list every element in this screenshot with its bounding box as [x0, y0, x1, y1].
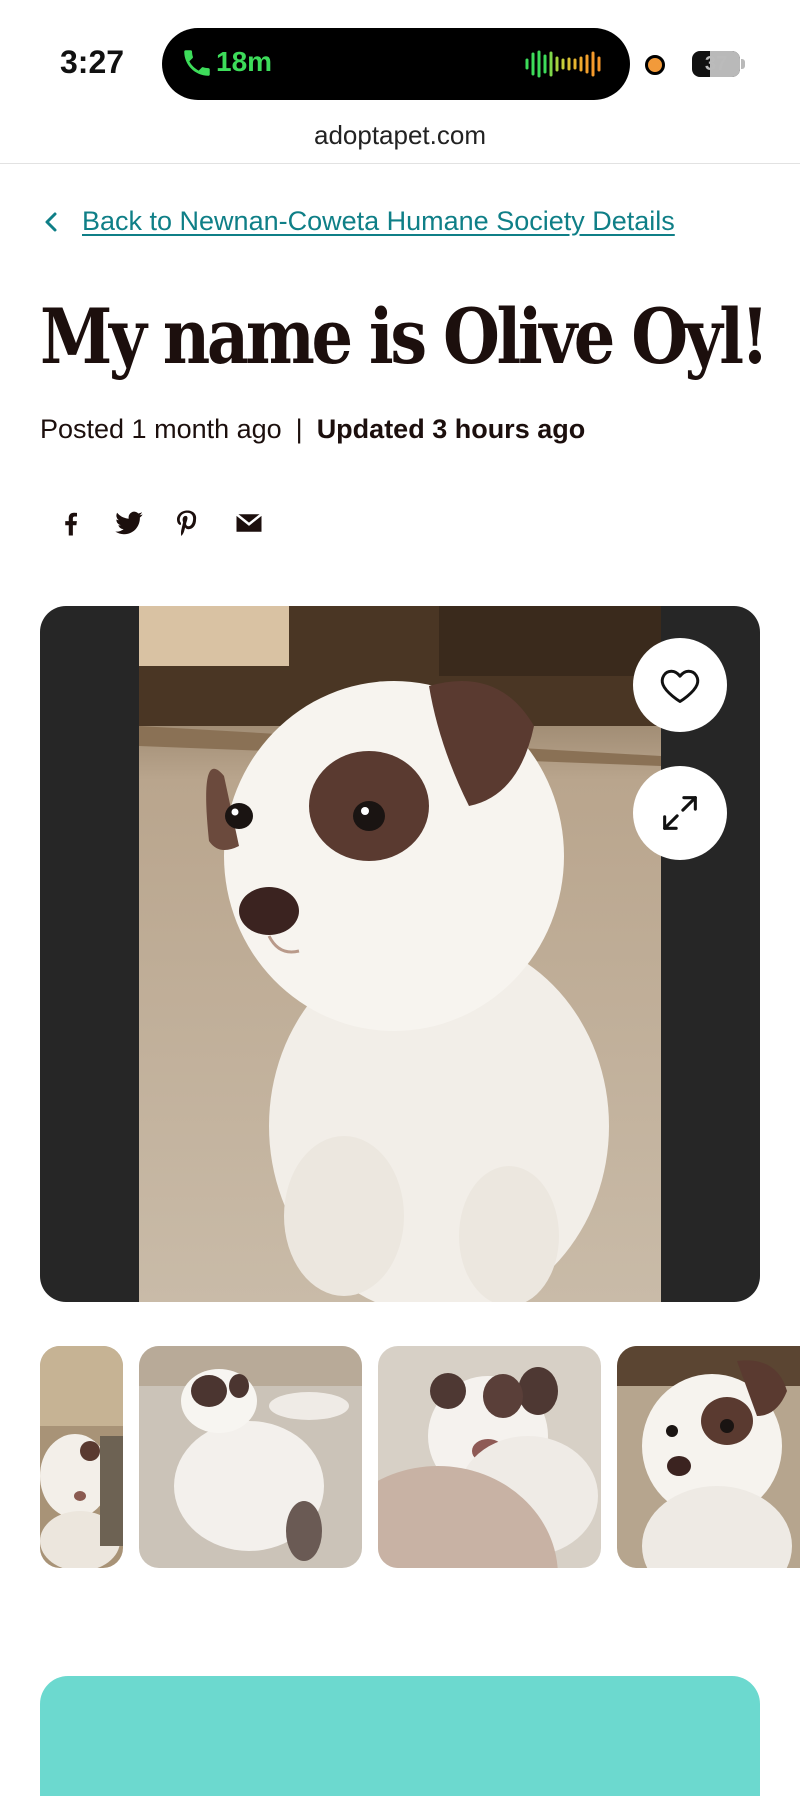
battery-level: 37 [704, 53, 728, 75]
chevron-left-icon [45, 212, 57, 231]
thumbnail-image [378, 1346, 601, 1568]
thumbnail-image [40, 1346, 123, 1568]
heart-icon [660, 669, 700, 703]
post-meta: Posted 1 month ago | Updated 3 hours ago [40, 414, 585, 445]
updated-date: Updated 3 hours ago [316, 414, 586, 444]
facebook-icon[interactable] [56, 508, 86, 538]
email-icon[interactable] [230, 508, 268, 538]
status-bar: 3:27 18m 37 adoptapet.com [0, 0, 800, 164]
pinterest-icon[interactable] [172, 508, 202, 538]
photo-gallery[interactable] [40, 606, 760, 1302]
pet-main-photo[interactable] [139, 606, 661, 1302]
thumbnail[interactable] [139, 1346, 362, 1568]
thumbnail[interactable] [40, 1346, 123, 1568]
expand-icon [663, 796, 697, 830]
expand-button[interactable] [633, 766, 727, 860]
posted-date: Posted 1 month ago [40, 414, 282, 444]
favorite-button[interactable] [633, 638, 727, 732]
adopt-cta-panel[interactable] [40, 1676, 760, 1796]
thumbnail-image [139, 1346, 362, 1568]
thumbnail[interactable] [617, 1346, 800, 1568]
back-link[interactable]: Back to Newnan-Coweta Humane Society Det… [40, 206, 675, 237]
divider [0, 163, 800, 164]
back-link-label[interactable]: Back to Newnan-Coweta Humane Society Det… [82, 206, 675, 237]
audio-waveform-icon [525, 50, 601, 78]
battery-cap [741, 59, 745, 69]
thumbnail-strip[interactable] [0, 1346, 800, 1568]
thumbnail-image [617, 1346, 800, 1568]
meta-separator: | [295, 414, 303, 444]
page-title: My name is Olive Oyl! [40, 292, 769, 381]
dynamic-island-call[interactable]: 18m [162, 28, 630, 100]
phone-icon [184, 50, 210, 76]
recording-indicator-icon [645, 55, 665, 75]
battery-icon: 37 [692, 51, 740, 77]
status-time: 3:27 [60, 44, 125, 80]
call-duration: 18m [216, 46, 273, 77]
browser-url[interactable]: adoptapet.com [0, 120, 800, 151]
twitter-icon[interactable] [114, 508, 144, 538]
thumbnail[interactable] [378, 1346, 601, 1568]
share-bar [56, 508, 296, 538]
